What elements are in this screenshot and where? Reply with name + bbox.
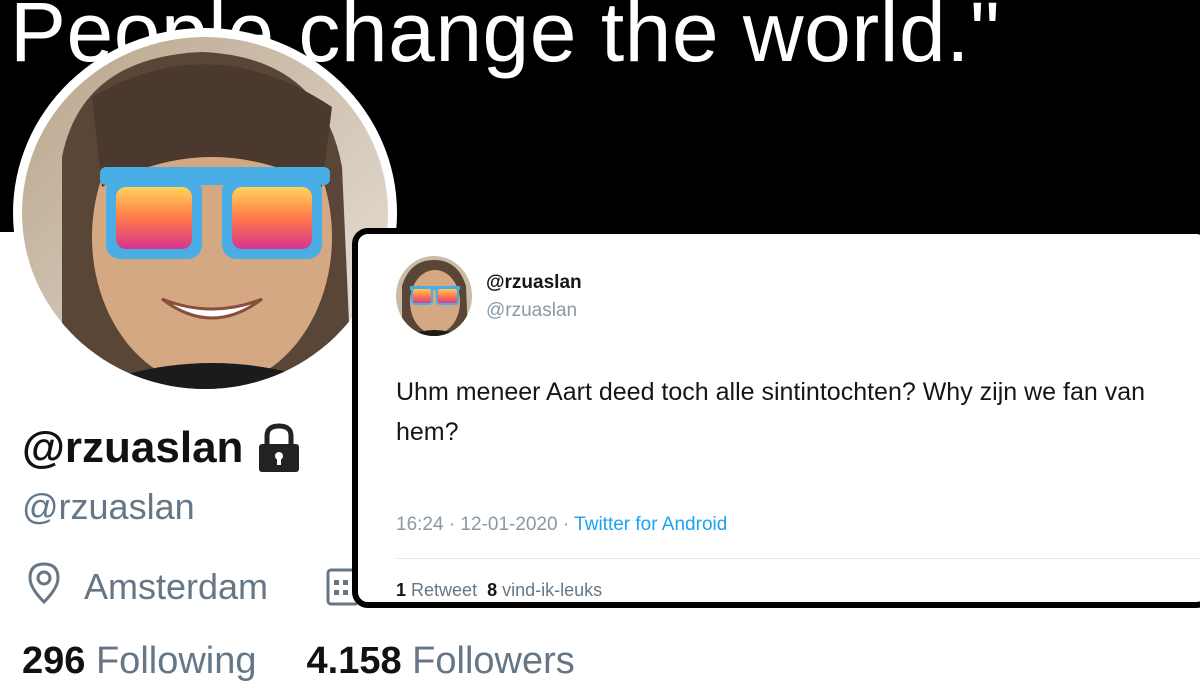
profile-handle: @rzuaslan (22, 486, 195, 527)
likes-count: 8 (487, 580, 498, 600)
tweet-card[interactable]: @rzuaslan @rzuaslan Uhm meneer Aart deed… (352, 228, 1200, 608)
profile-stats: 296 Following 4.158 Followers (22, 640, 575, 683)
tweet-divider (396, 558, 1200, 559)
tweet-source-link[interactable]: Twitter for Android (574, 514, 727, 535)
following-count: 296 (22, 640, 86, 682)
tweet-handle[interactable]: @rzuaslan (486, 300, 577, 322)
profile-location-text: Amsterdam (84, 565, 269, 607)
retweet-stat[interactable]: 1 Retweet (396, 580, 477, 600)
profile-location: Amsterdam (24, 560, 268, 613)
followers-link[interactable]: 4.158 Followers (307, 640, 575, 682)
tweet-meta: 16:24 · 12-01-2020 · Twitter for Android (396, 514, 727, 536)
following-link[interactable]: 296 Following (22, 640, 257, 682)
tweet-engagement: 1 Retweet 8 vind-ik-leuks (396, 580, 602, 601)
likes-label: vind-ik-leuks (502, 580, 603, 600)
lock-icon (253, 422, 305, 474)
retweet-count: 1 (396, 580, 407, 600)
tweet-text: Uhm meneer Aart deed toch alle sintintoc… (396, 378, 1146, 446)
tweet-avatar[interactable] (396, 256, 472, 336)
followers-label: Followers (412, 640, 575, 682)
tweet-display-name[interactable]: @rzuaslan (486, 272, 582, 294)
profile-avatar[interactable] (22, 37, 388, 389)
profile-display-name: @rzuaslan (22, 422, 305, 474)
followers-count: 4.158 (306, 640, 402, 682)
profile-display-name-text: @rzuaslan (22, 423, 244, 472)
tweet-timestamp[interactable]: 16:24 · 12-01-2020 · (396, 514, 574, 535)
retweet-label: Retweet (411, 580, 478, 600)
following-label: Following (95, 640, 257, 682)
pin-icon (24, 560, 64, 613)
likes-stat[interactable]: 8 vind-ik-leuks (487, 580, 602, 600)
